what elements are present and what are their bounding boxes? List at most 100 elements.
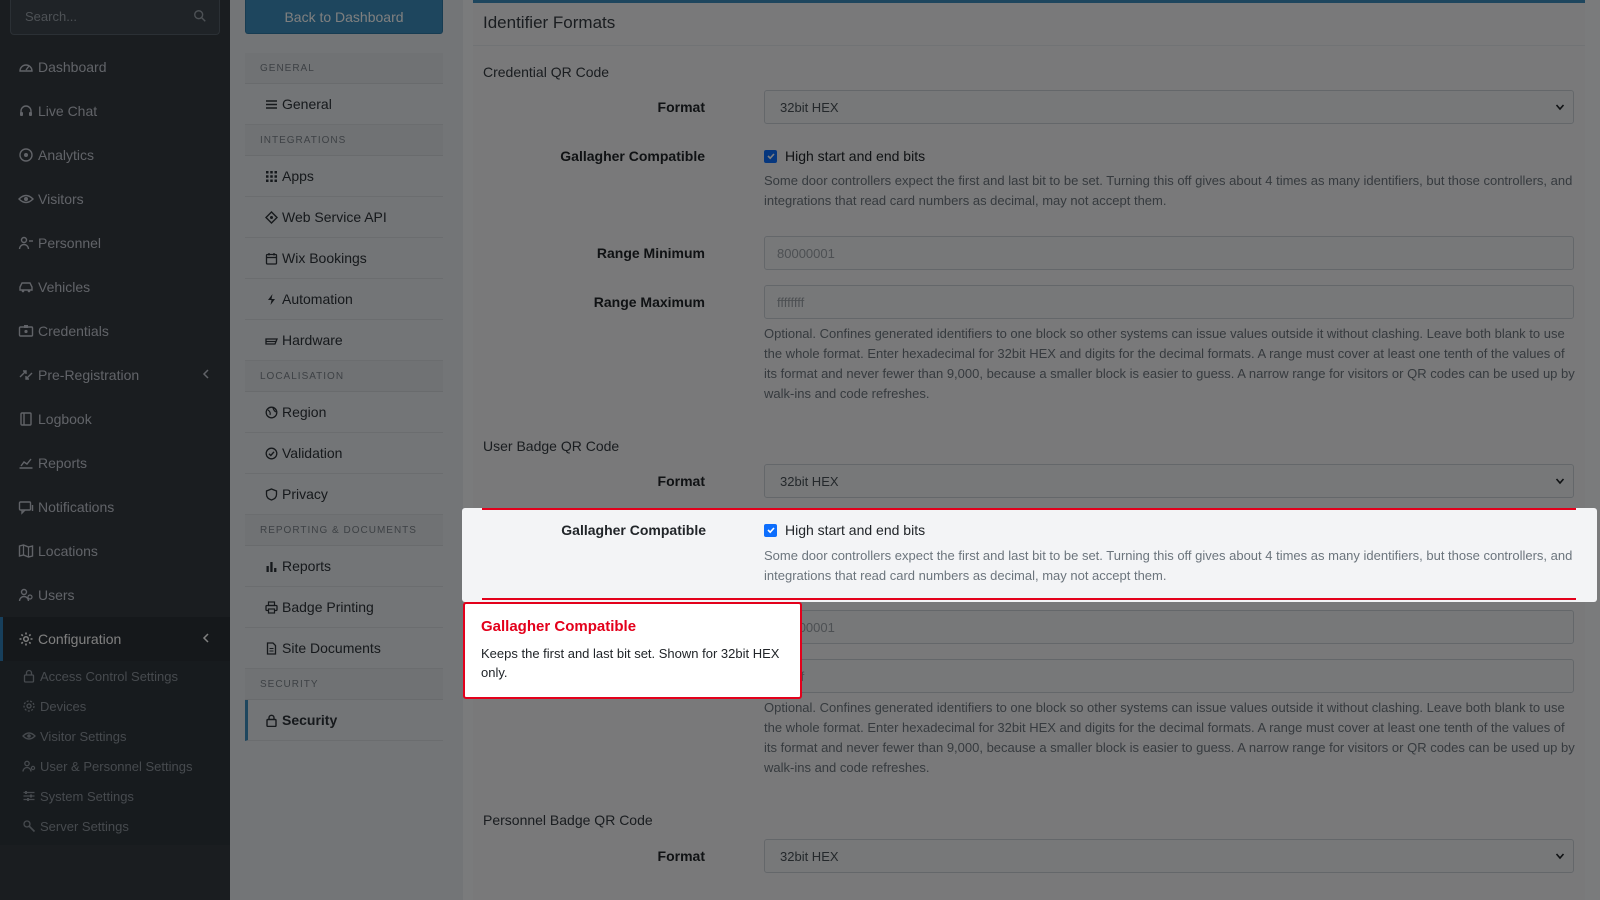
menu-item-hardware[interactable]: Hardware	[245, 320, 443, 361]
highlight-border-bottom	[482, 598, 1576, 600]
sidebar-item-label: Locations	[38, 543, 98, 559]
sidebar-item-label: Notifications	[38, 499, 115, 515]
menu-item-security[interactable]: Security	[245, 700, 443, 741]
user-badge-range-minimum-input[interactable]: 80000001	[764, 610, 1574, 644]
sidebar-item-label: Configuration	[38, 631, 122, 647]
menu-heading-general: GENERAL	[245, 53, 443, 84]
menu-item-badge-printing[interactable]: Badge Printing	[245, 587, 443, 628]
subnav-item-server-settings[interactable]: Server Settings	[0, 811, 230, 841]
sidebar-item-label: Live Chat	[38, 103, 98, 119]
menu-item-privacy[interactable]: Privacy	[245, 474, 443, 515]
sidebar-item-reports[interactable]: Reports	[0, 441, 230, 485]
menu-item-wix-bookings[interactable]: Wix Bookings	[245, 238, 443, 279]
chip-icon	[265, 337, 278, 345]
user-badge-gallagher-checkbox-row[interactable]: High start and end bits	[764, 522, 925, 538]
sliders-icon	[23, 791, 35, 801]
sidebar-item-label: Vehicles	[38, 279, 91, 295]
gallagher-compatible-label: Gallagher Compatible	[560, 148, 705, 164]
subnav-item-access-control-settings[interactable]: Access Control Settings	[0, 661, 230, 691]
sidebar-item-label: Analytics	[38, 147, 95, 163]
menu-item-label: Region	[282, 404, 327, 420]
menu-item-label: Wix Bookings	[282, 250, 367, 266]
sidebar-item-live-chat[interactable]: Live Chat	[0, 89, 230, 133]
sidebar-item-personnel[interactable]: Personnel	[0, 221, 230, 265]
user-badge-range-maximum-input[interactable]: ffffffff	[764, 659, 1574, 693]
select-value: 32bit HEX	[780, 473, 839, 489]
subnav-item-system-settings[interactable]: System Settings	[0, 781, 230, 811]
search-icon[interactable]	[193, 9, 207, 23]
sidebar-item-analytics[interactable]: Analytics	[0, 133, 230, 177]
select-value: 32bit HEX	[780, 99, 839, 115]
lock-icon	[23, 669, 35, 683]
menu-item-label: Site Documents	[282, 640, 381, 656]
sidebar-item-credentials[interactable]: Credentials	[0, 309, 230, 353]
personnel-badge-format-select[interactable]: 32bit HEX	[764, 839, 1574, 873]
subnav-item-devices[interactable]: Devices	[0, 691, 230, 721]
person-icon	[18, 236, 33, 250]
range-maximum-label: Range Maximum	[593, 294, 705, 310]
car-icon	[19, 282, 33, 293]
subnav-item-label: Visitor Settings	[40, 728, 127, 744]
user-badge-gallagher-checkbox[interactable]	[764, 523, 777, 537]
menu-item-label: General	[282, 96, 332, 112]
gallagher-compatible-label: Gallagher Compatible	[561, 522, 706, 538]
sidebar-item-label: Users	[38, 587, 75, 603]
chevron-left-icon[interactable]	[200, 631, 212, 645]
menu-item-apps[interactable]: Apps	[245, 156, 443, 197]
menu-item-site-documents[interactable]: Site Documents	[245, 628, 443, 669]
subnav-item-label: System Settings	[40, 788, 134, 804]
menu-item-label: Badge Printing	[282, 599, 374, 615]
sidebar-item-visitors[interactable]: Visitors	[0, 177, 230, 221]
menu-item-automation[interactable]: Automation	[245, 279, 443, 320]
chevron-left-icon[interactable]	[200, 367, 212, 381]
input-placeholder: 80000001	[777, 245, 835, 261]
subnav-item-user-personnel-settings[interactable]: User & Personnel Settings	[0, 751, 230, 781]
checkmark-icon	[766, 527, 775, 534]
credential-format-select[interactable]: 32bit HEX	[764, 90, 1574, 124]
sidebar-item-configuration[interactable]: Configuration	[0, 617, 230, 661]
menu-item-validation[interactable]: Validation	[245, 433, 443, 474]
format-label: Format	[657, 473, 705, 489]
menu-item-region[interactable]: Region	[245, 392, 443, 433]
menu-item-general[interactable]: General	[245, 84, 443, 125]
configuration-subnav: Access Control Settings Devices Visitor …	[0, 661, 230, 845]
check-circle-icon	[265, 447, 278, 459]
sidebar-item-dashboard[interactable]: Dashboard	[0, 45, 230, 89]
back-to-dashboard-button[interactable]: Back to Dashboard	[245, 0, 443, 34]
credential-gallagher-checkbox-row[interactable]: High start and end bits	[764, 148, 925, 164]
gallagher-help-text: Some door controllers expect the first a…	[764, 173, 1573, 208]
tooltip-title: Gallagher Compatible	[481, 618, 637, 635]
section-title-personnel-badge-qr-code: Personnel Badge QR Code	[483, 812, 653, 828]
menu-item-label: Apps	[282, 168, 314, 184]
users-cog-icon	[22, 760, 36, 772]
section-title-user-badge-qr-code: User Badge QR Code	[483, 438, 620, 454]
menu-heading-reporting-documents: REPORTING & DOCUMENTS	[245, 515, 443, 546]
message-icon	[18, 501, 34, 515]
menu-item-reports[interactable]: Reports	[245, 546, 443, 587]
dashboard-icon	[19, 64, 33, 72]
search-input[interactable]	[11, 0, 181, 33]
wrench-icon	[23, 820, 36, 833]
cog-icon	[23, 700, 35, 712]
gallagher-help-text: Some door controllers expect the first a…	[764, 548, 1573, 583]
sidebar-item-notifications[interactable]: Notifications	[0, 485, 230, 529]
sidebar-item-pre-registration[interactable]: Pre-Registration	[0, 353, 230, 397]
credential-gallagher-checkbox[interactable]	[764, 149, 777, 163]
format-label: Format	[657, 99, 705, 115]
range-help-text: Optional. Confines generated identifiers…	[764, 326, 1575, 401]
sidebar-item-users[interactable]: Users	[0, 573, 230, 617]
user-badge-format-select[interactable]: 32bit HEX	[764, 464, 1574, 498]
sidebar-item-label: Personnel	[38, 235, 102, 251]
menu-item-web-service-api[interactable]: Web Service API	[245, 197, 443, 238]
sidebar-item-label: Pre-Registration	[38, 367, 140, 383]
tooltip-body: Keeps the first and last bit set. Shown …	[481, 646, 780, 680]
target-icon	[19, 148, 33, 162]
credential-range-maximum-input[interactable]: ffffffff	[764, 285, 1574, 319]
menu-heading-integrations: INTEGRATIONS	[245, 125, 443, 156]
sidebar-item-vehicles[interactable]: Vehicles	[0, 265, 230, 309]
subnav-item-label: Server Settings	[40, 818, 129, 834]
sidebar-item-logbook[interactable]: Logbook	[0, 397, 230, 441]
subnav-item-visitor-settings[interactable]: Visitor Settings	[0, 721, 230, 751]
credential-range-minimum-input[interactable]: 80000001	[764, 236, 1574, 270]
sidebar-item-locations[interactable]: Locations	[0, 529, 230, 573]
